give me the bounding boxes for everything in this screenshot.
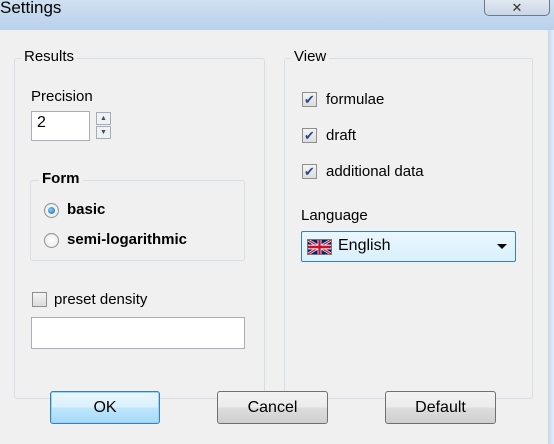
radio-semi-logarithmic-label: semi-logarithmic (67, 231, 188, 248)
close-button[interactable]: ✕ (484, 0, 550, 16)
ok-button[interactable]: OK (50, 391, 160, 424)
default-button[interactable]: Default (385, 391, 496, 424)
preset-density-input[interactable] (31, 317, 245, 349)
language-value: English (338, 237, 391, 254)
results-group-label: Results (21, 48, 78, 65)
draft-label: draft (326, 127, 357, 144)
form-group-label: Form (39, 170, 83, 187)
precision-label: Precision (31, 88, 93, 105)
precision-input[interactable]: 2 (31, 111, 90, 141)
chevron-down-icon[interactable] (497, 244, 507, 249)
window-frame (548, 30, 554, 444)
language-label: Language (301, 207, 368, 224)
preset-density-checkbox[interactable] (32, 292, 47, 307)
preset-density-label: preset density (54, 291, 148, 308)
form-group: Form (30, 170, 245, 261)
language-select[interactable]: English (301, 231, 516, 262)
draft-checkbox[interactable]: ✔ (302, 128, 317, 143)
cancel-button[interactable]: Cancel (217, 391, 328, 424)
window-title: Settings (0, 0, 62, 17)
title-bar: Settings ✕ (0, 0, 554, 30)
view-group-label: View (291, 48, 330, 65)
radio-semi-logarithmic[interactable] (44, 233, 59, 248)
dialog-body: Results Precision 2 ▲ ▼ Form basic semi-… (0, 30, 549, 444)
close-icon: ✕ (511, 0, 523, 15)
additional-data-checkbox[interactable]: ✔ (302, 164, 317, 179)
formulae-label: formulae (326, 91, 385, 108)
precision-increment-button[interactable]: ▲ (96, 112, 111, 125)
formulae-checkbox[interactable]: ✔ (302, 92, 317, 107)
additional-data-label: additional data (326, 163, 424, 180)
precision-decrement-button[interactable]: ▼ (96, 126, 111, 139)
uk-flag-icon (307, 239, 332, 255)
radio-basic-label: basic (67, 201, 106, 218)
view-group: View (284, 48, 533, 399)
radio-basic[interactable] (44, 203, 59, 218)
